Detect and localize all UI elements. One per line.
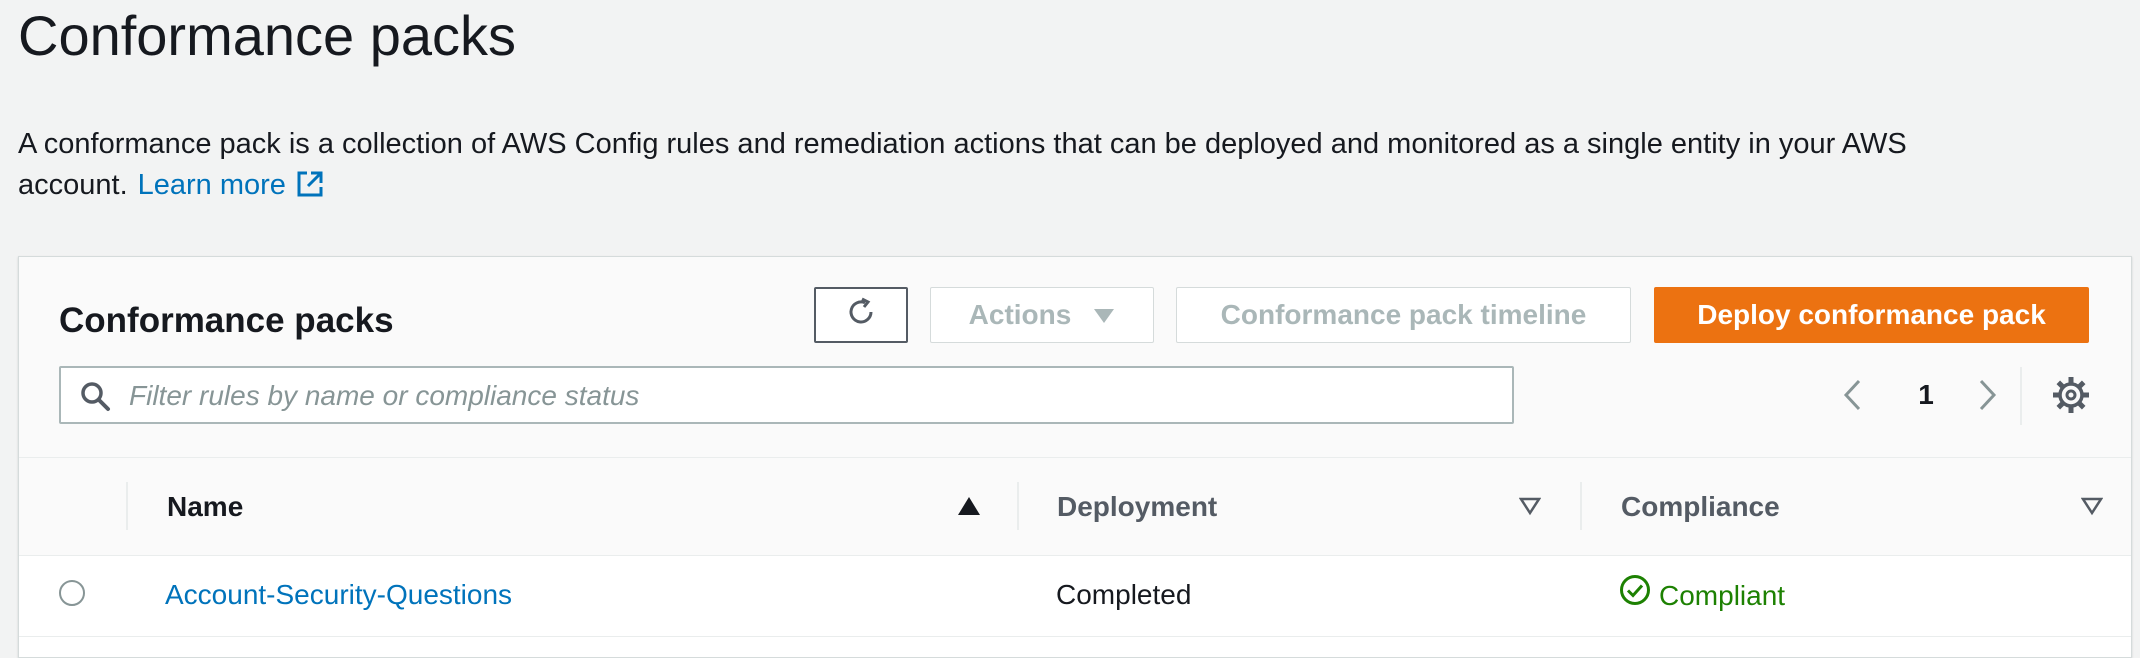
current-page-number[interactable]: 1 [1909,375,1943,415]
pagination-divider [2020,367,2022,425]
search-field[interactable] [59,366,1514,424]
deploy-conformance-pack-button[interactable]: Deploy conformance pack [1654,287,2089,343]
refresh-button[interactable] [814,287,908,343]
deployment-status: Completed [1056,579,1192,610]
external-link-icon [296,169,324,210]
page-description: A conformance pack is a collection of AW… [18,124,1938,210]
conformance-pack-timeline-button[interactable]: Conformance pack timeline [1176,287,1631,343]
table-header-section: Conformance packs Actions Conformance pa… [19,257,2131,458]
caret-down-icon [1093,299,1115,331]
compliance-status: Compliant [1619,574,1785,618]
check-circle-icon [1619,574,1651,618]
column-header-compliance[interactable]: Compliance [1621,484,1780,530]
sort-caret-icon[interactable] [1518,496,1542,521]
page-title: Conformance packs [18,4,517,67]
sort-ascending-icon[interactable] [957,496,981,521]
column-separator [1580,482,1582,530]
gear-icon[interactable] [2051,375,2091,420]
actions-label: Actions [968,299,1072,330]
table-row: Account-Security-Questions Completed Com… [19,556,2131,637]
row-select-radio[interactable] [59,580,85,606]
chevron-right-icon[interactable] [1977,375,1999,420]
pack-name-link[interactable]: Account-Security-Questions [165,574,512,616]
refresh-icon [845,296,877,335]
conformance-packs-table-container: Conformance packs Actions Conformance pa… [18,256,2132,658]
column-separator [126,482,128,530]
table-title: Conformance packs [59,301,394,340]
column-header-name[interactable]: Name [167,484,243,530]
column-separator [1017,482,1019,530]
table-column-headers: Name Deployment Compliance [19,458,2131,556]
column-header-deployment[interactable]: Deployment [1057,484,1217,530]
learn-more-label: Learn more [137,169,286,201]
learn-more-link[interactable]: Learn more [138,169,324,201]
timeline-label: Conformance pack timeline [1220,299,1587,330]
search-input[interactable] [127,374,1501,418]
compliance-label: Compliant [1659,580,1786,611]
chevron-left-icon[interactable] [1841,375,1863,420]
deploy-label: Deploy conformance pack [1697,299,2046,330]
search-icon [79,380,111,417]
sort-caret-icon[interactable] [2080,496,2104,521]
actions-dropdown-button[interactable]: Actions [930,287,1154,343]
